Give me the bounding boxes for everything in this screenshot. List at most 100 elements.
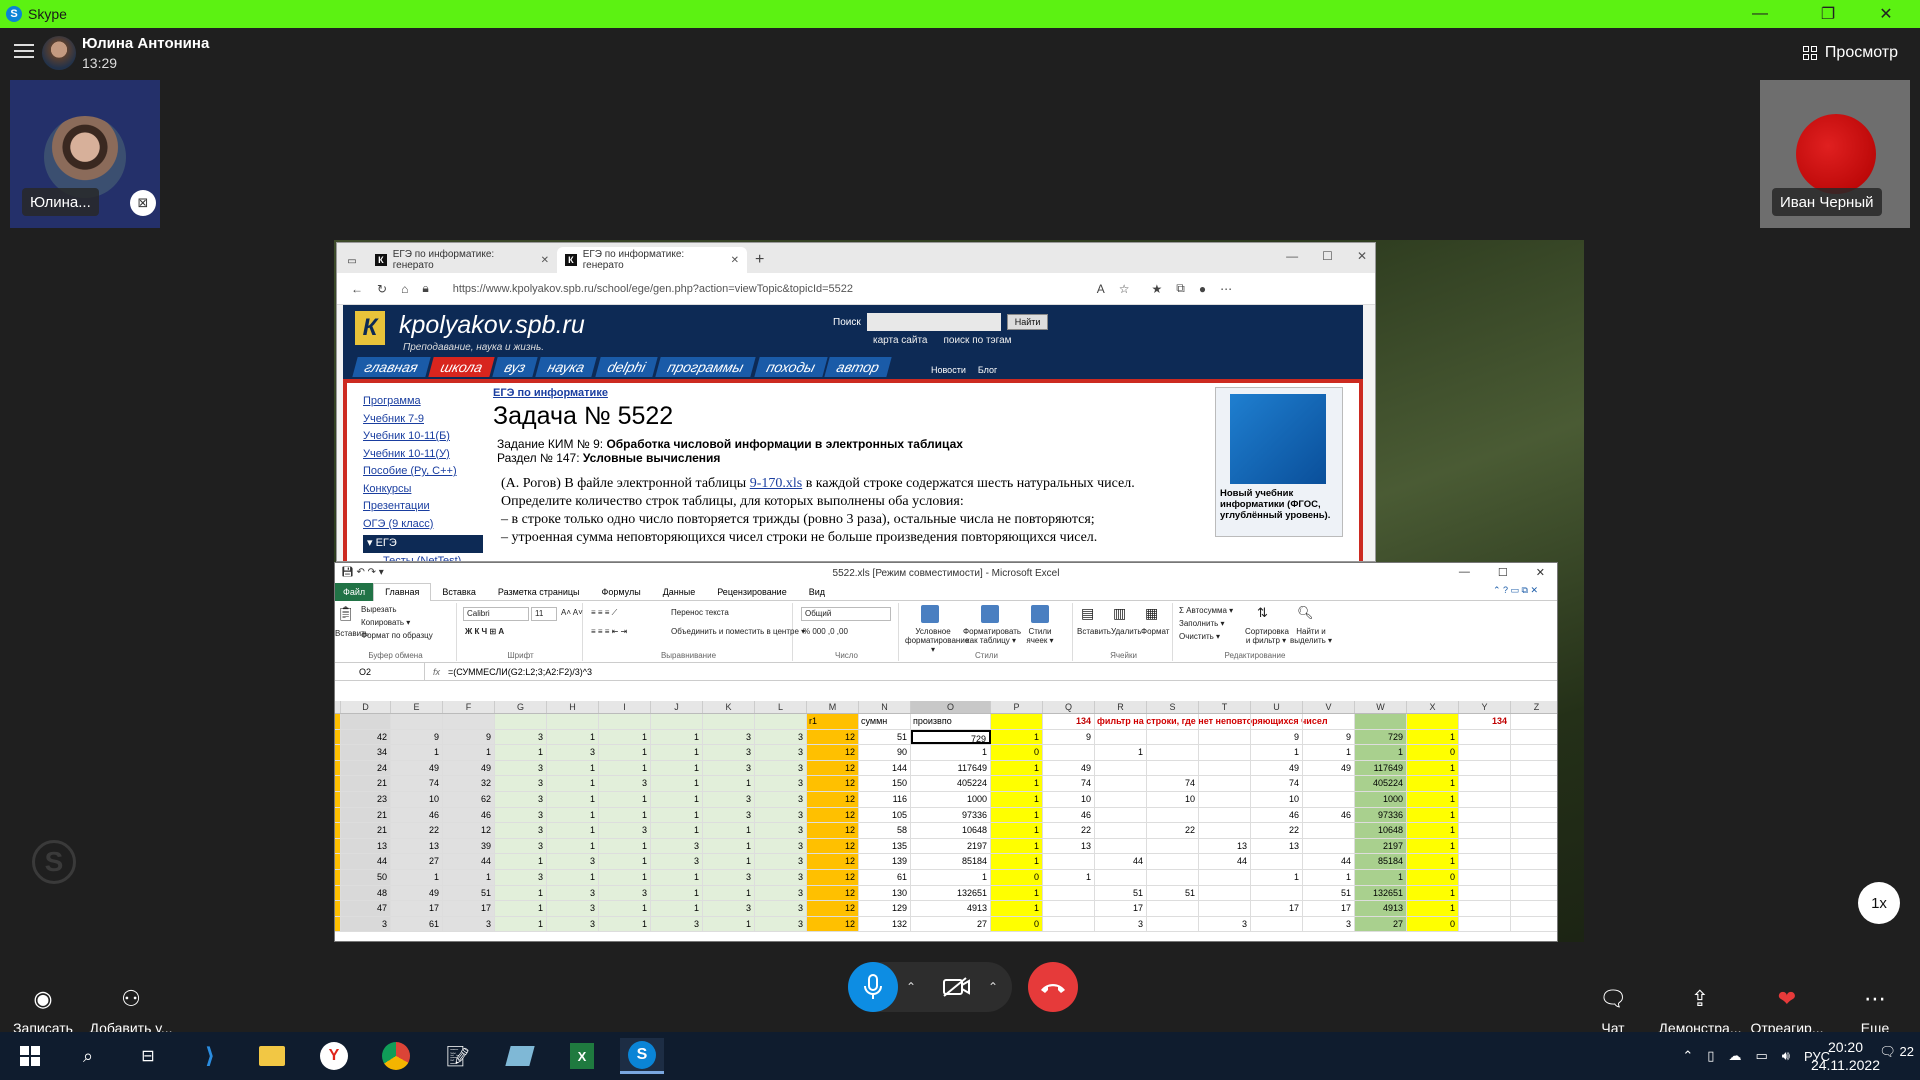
sidebar-link[interactable]: Программа xyxy=(363,393,483,411)
table-cell[interactable]: 61 xyxy=(859,869,911,885)
table-cell[interactable] xyxy=(1199,760,1251,776)
nav-item-active[interactable]: школа xyxy=(428,357,495,377)
table-cell[interactable]: 1 xyxy=(547,838,599,854)
find-select-button[interactable]: Найти и выделить ▾ xyxy=(1289,627,1333,645)
table-cell[interactable]: 3 xyxy=(443,916,495,932)
cell-styles-button[interactable]: Стили ячеек ▾ xyxy=(1023,627,1057,645)
help-icon[interactable]: ⌃ ? ▭ ⧉ ✕ xyxy=(1482,585,1549,596)
table-cell[interactable]: 1 xyxy=(599,901,651,916)
sitemap-link[interactable]: карта сайта xyxy=(873,335,927,346)
table-cell[interactable] xyxy=(1043,854,1095,869)
delete-cells-button[interactable]: Удалить xyxy=(1111,627,1142,636)
table-cell[interactable] xyxy=(1303,838,1355,854)
add-people-button[interactable]: ⚇ Добавить у... xyxy=(76,970,186,1036)
close-button[interactable]: ✕ xyxy=(1858,0,1914,28)
playback-speed-button[interactable]: 1x xyxy=(1858,882,1900,924)
column-header[interactable]: J xyxy=(651,701,703,713)
align-h-icons[interactable]: ≡ ≡ ≡ ⇤ ⇥ xyxy=(591,627,627,636)
table-cell[interactable]: 22 xyxy=(391,823,443,838)
menu-dots-icon[interactable]: ⋯ xyxy=(1220,282,1232,296)
fx-icon[interactable]: fx xyxy=(425,667,448,677)
table-cell[interactable] xyxy=(1043,916,1095,932)
table-cell[interactable] xyxy=(1043,901,1095,916)
column-header[interactable]: U xyxy=(1251,701,1303,713)
table-cell[interactable]: 1 xyxy=(391,745,443,760)
format-painter-button[interactable]: Формат по образцу xyxy=(361,631,433,640)
table-cell[interactable]: 61 xyxy=(391,916,443,932)
table-cell[interactable]: 46 xyxy=(1251,807,1303,823)
search-icon[interactable]: ⌕ xyxy=(66,1038,110,1074)
table-cell[interactable]: 46 xyxy=(391,807,443,823)
task-file-link[interactable]: 9-170.xls xyxy=(750,476,803,491)
table-cell[interactable]: 1 xyxy=(599,869,651,885)
tab-review[interactable]: Рецензирование xyxy=(706,587,798,597)
tag-search-link[interactable]: поиск по тэгам xyxy=(943,335,1011,346)
table-cell[interactable]: 1 xyxy=(651,901,703,916)
table-cell[interactable]: 49 xyxy=(391,760,443,776)
favorite-icon[interactable]: ☆ xyxy=(1119,282,1130,296)
table-cell[interactable]: 1 xyxy=(911,869,991,885)
site-title[interactable]: kpolyakov.spb.ru xyxy=(399,311,585,340)
table-cell[interactable]: 3 xyxy=(547,916,599,932)
table-cell[interactable] xyxy=(1095,760,1147,776)
table-cell[interactable]: 1 xyxy=(1407,838,1459,854)
table-cell[interactable] xyxy=(1199,869,1251,885)
nav-item[interactable]: наука xyxy=(535,357,598,377)
table-cell[interactable]: 44 xyxy=(1199,854,1251,869)
table-cell[interactable]: 27 xyxy=(391,854,443,869)
table-cell[interactable]: 1 xyxy=(1407,760,1459,776)
table-cell[interactable]: 3 xyxy=(703,869,755,885)
excel-icon[interactable]: X xyxy=(560,1038,604,1074)
table-cell[interactable]: 3 xyxy=(495,823,547,838)
table-cell[interactable]: 3 xyxy=(599,823,651,838)
preview-button[interactable]: Просмотр xyxy=(1802,44,1898,62)
table-cell[interactable]: 1 xyxy=(1407,885,1459,901)
table-cell[interactable]: 46 xyxy=(1043,807,1095,823)
table-cell[interactable]: 12 xyxy=(807,760,859,776)
tab-insert[interactable]: Вставка xyxy=(431,587,486,597)
table-cell[interactable] xyxy=(1511,839,1557,854)
cell-styles-icon[interactable] xyxy=(1031,605,1049,623)
table-cell[interactable] xyxy=(1147,916,1199,932)
nav-item[interactable]: delphi xyxy=(595,357,658,377)
table-cell[interactable] xyxy=(755,714,807,729)
table-cell[interactable]: 135 xyxy=(859,838,911,854)
table-cell[interactable]: 1 xyxy=(703,854,755,869)
table-cell[interactable]: 3 xyxy=(755,838,807,854)
fill-button[interactable]: Заполнить ▾ xyxy=(1179,619,1225,628)
table-cell[interactable]: 3 xyxy=(703,901,755,916)
table-cell[interactable] xyxy=(1199,745,1251,760)
site-logo[interactable]: К xyxy=(355,311,385,345)
table-cell[interactable]: 1 xyxy=(495,854,547,869)
table-cell[interactable]: 3 xyxy=(703,760,755,776)
python-editor-icon[interactable]: 📝︎ xyxy=(436,1038,480,1074)
table-cell[interactable]: 1 xyxy=(1095,745,1147,760)
tab-page-layout[interactable]: Разметка страницы xyxy=(487,587,591,597)
new-tab-icon[interactable]: + xyxy=(747,251,772,273)
table-cell[interactable] xyxy=(1303,823,1355,838)
phone-link-icon[interactable]: ▯ xyxy=(1707,1048,1714,1064)
table-cell[interactable]: 1 xyxy=(991,807,1043,823)
site-search-button[interactable]: Найти xyxy=(1006,314,1049,330)
table-cell[interactable]: 1 xyxy=(547,776,599,791)
table-cell[interactable]: 21 xyxy=(341,776,391,791)
tab-home[interactable]: Главная xyxy=(373,582,432,601)
font-select[interactable]: Calibri xyxy=(463,607,529,621)
close-icon[interactable]: ✕ xyxy=(1357,249,1367,263)
table-cell[interactable]: 22 xyxy=(1251,823,1303,838)
sidebar-link-ege[interactable]: ▾ ЕГЭ xyxy=(363,535,483,553)
table-cell[interactable] xyxy=(1303,791,1355,807)
screen-share-icon[interactable]: ⊠ xyxy=(130,190,156,216)
table-cell[interactable]: 1 xyxy=(599,760,651,776)
table-cell[interactable]: 51 xyxy=(1303,885,1355,901)
table-cell[interactable]: 1 xyxy=(703,823,755,838)
table-cell[interactable] xyxy=(1459,869,1511,885)
table-cell[interactable]: 2197 xyxy=(911,838,991,854)
table-cell[interactable]: 10648 xyxy=(911,823,991,838)
table-cell[interactable]: 1 xyxy=(495,901,547,916)
table-cell[interactable]: 3 xyxy=(755,791,807,807)
table-cell[interactable]: 1000 xyxy=(1355,791,1407,807)
table-cell[interactable]: 27 xyxy=(1355,916,1407,932)
news-link[interactable]: Новости xyxy=(931,365,966,375)
file-explorer-icon[interactable] xyxy=(250,1038,294,1074)
